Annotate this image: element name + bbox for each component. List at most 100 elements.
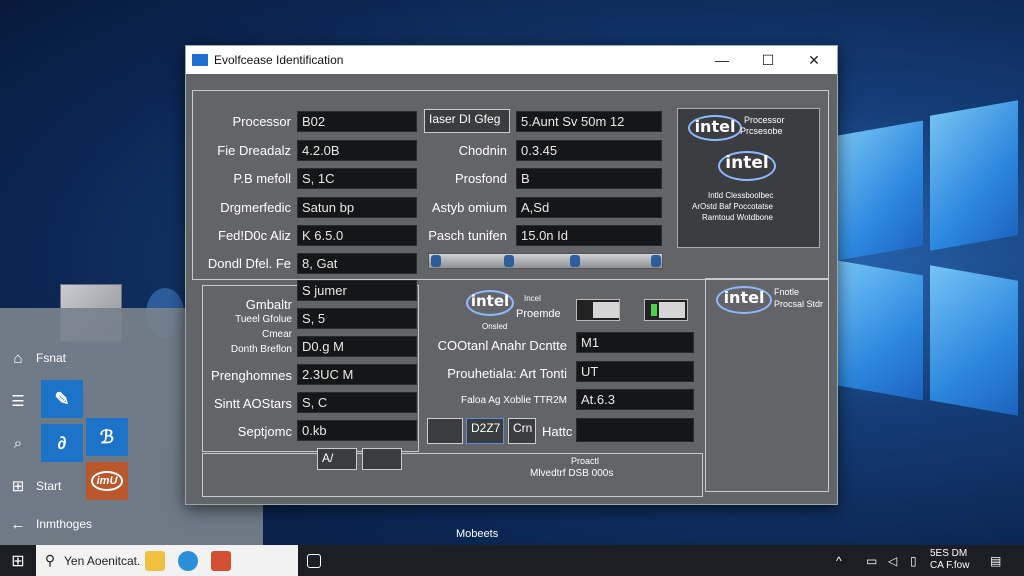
- frequency-slider[interactable]: [428, 253, 663, 269]
- intel-caption: Proemde: [516, 308, 561, 320]
- processor-identification-window: Evolfcease Identification — ☐ ✕ Processo…: [185, 45, 838, 505]
- field-label: Prenghomnes: [211, 368, 292, 383]
- field-label: Cmear: [261, 329, 292, 340]
- clock-time: 5ES DM: [930, 548, 968, 559]
- field-label: Dondl Dfel. Fe: [207, 256, 291, 271]
- store-icon[interactable]: [211, 551, 231, 571]
- back-arrow-icon: ←: [10, 515, 26, 533]
- start-item-label: Start: [36, 479, 62, 493]
- field-value: 15.0n Id: [516, 225, 662, 246]
- intel-fine-print: Ramtoud Wotdbone: [702, 213, 774, 222]
- toggle-switch[interactable]: [576, 299, 620, 321]
- field-value: 4.2.0B: [297, 140, 417, 161]
- field-label: Tueel Gfolue: [235, 314, 292, 325]
- bottom-caption: Proactl: [571, 456, 600, 466]
- file-explorer-icon[interactable]: [145, 551, 165, 571]
- field-label: Astyb omium: [431, 200, 507, 215]
- start-item-back[interactable]: ← Inmthoges: [0, 510, 130, 538]
- intel-fine-print: ArOstd Baf Poccotatse: [692, 202, 773, 211]
- a-button[interactable]: A/: [317, 448, 357, 470]
- windows-logo-wallpaper: [838, 100, 1018, 428]
- search-text: Yen Aoenitcat.: [64, 553, 141, 568]
- bottom-panel: [202, 453, 703, 497]
- field-value: 0.kb: [297, 420, 417, 441]
- volume-icon[interactable]: ◁: [888, 545, 897, 576]
- windows-start-button[interactable]: ⊞: [0, 545, 36, 576]
- field-value: B: [516, 168, 662, 189]
- intel-caption: Onsled: [482, 322, 508, 331]
- toggle-switch[interactable]: [644, 299, 688, 321]
- tray-chevron-icon[interactable]: ^: [836, 545, 842, 576]
- field-value: Satun bp: [297, 197, 417, 218]
- header-value: 5.Aunt Sv 50m 12: [516, 111, 662, 132]
- start-item-label: Inmthoges: [36, 517, 93, 531]
- field-label: Drgmerfedic: [220, 200, 291, 215]
- intel-caption: Prcsesobe: [740, 126, 783, 136]
- d2z7-button[interactable]: D2Z7: [466, 418, 504, 444]
- field-value: S, C: [297, 392, 417, 413]
- minimize-button[interactable]: —: [699, 46, 745, 74]
- intel-caption: Processor: [744, 115, 785, 125]
- field-value: M1: [576, 332, 694, 353]
- intel-logo-large: intel: [718, 151, 776, 181]
- field-value: [576, 418, 694, 442]
- tile-app-3[interactable]: ℬ: [86, 418, 128, 456]
- field-value: A,Sd: [516, 197, 662, 218]
- tile-intel-app[interactable]: imU: [86, 462, 128, 500]
- task-view-icon[interactable]: [307, 554, 321, 568]
- maximize-button[interactable]: ☐: [745, 46, 791, 74]
- notification-icon[interactable]: ▤: [990, 545, 1001, 576]
- desktop-icon-label[interactable]: Mobeets: [456, 528, 498, 540]
- field-label: Fed!D0c Aliz: [218, 228, 291, 243]
- crn-button[interactable]: Crn: [508, 418, 536, 444]
- intel-processor-badge: intel Processor Prcsesobe intel Intld Cl…: [677, 108, 820, 248]
- close-button[interactable]: ✕: [791, 46, 837, 74]
- field-label: Fie Dreadalz: [217, 143, 291, 158]
- slider-thumb[interactable]: [651, 255, 661, 267]
- field-label: Septjomc: [237, 424, 292, 439]
- home-icon: ⌂: [13, 349, 23, 367]
- field-label: Prosfond: [454, 171, 507, 186]
- slider-thumb[interactable]: [504, 255, 514, 267]
- slider-thumb[interactable]: [431, 255, 441, 267]
- search-icon: ⚲: [44, 552, 56, 568]
- field-label: COOtanl Anahr Dcntte: [437, 338, 567, 353]
- header-button[interactable]: Iaser DI Gfeg: [424, 109, 510, 133]
- battery-icon[interactable]: ▯: [910, 545, 917, 576]
- field-label: Processor: [232, 114, 291, 129]
- intel-caption: Fnotle Procsal Stdr: [774, 287, 824, 309]
- field-label: P.B mefoll: [233, 171, 291, 186]
- processor-value: B02: [297, 111, 417, 132]
- app-icon: [192, 54, 208, 66]
- apps-icon: ⊞: [11, 478, 25, 495]
- taskbar-search-input[interactable]: ⚲ Yen Aoenitcat.: [36, 545, 298, 576]
- field-label: Sintt AOStars: [213, 396, 292, 411]
- title-bar[interactable]: Evolfcease Identification — ☐ ✕: [186, 46, 837, 74]
- field-label: Gmbaltr: [245, 297, 292, 312]
- taskbar: ⊞ ⚲ Yen Aoenitcat. ^ ▭ ◁ ▯ 5ES DM CA F.f…: [0, 545, 1024, 576]
- field-value: 2.3UC M: [297, 364, 417, 385]
- field-label: Faloa Ag Xoblie TTR2M: [461, 395, 567, 406]
- blank-button[interactable]: [362, 448, 402, 470]
- field-value: 8, Gat: [297, 253, 417, 274]
- start-item-label: Fsnat: [36, 351, 67, 365]
- clock-date: CA F.fow: [930, 560, 970, 571]
- start-item-home[interactable]: ⌂ Fsnat: [0, 344, 130, 372]
- intel-logo: intel: [716, 286, 772, 314]
- network-icon[interactable]: ▭: [866, 545, 877, 576]
- field-label: Prouhetiala: Art Tonti: [447, 366, 567, 381]
- field-label: Donth Breflon: [230, 344, 292, 355]
- window-title: Evolfcease Identification: [214, 53, 344, 67]
- small-button[interactable]: [427, 418, 463, 444]
- field-value: K 6.5.0: [297, 225, 417, 246]
- search-icon: ⌕: [13, 434, 23, 452]
- tile-app-1[interactable]: ✎: [41, 380, 83, 418]
- intel-caption: Incel: [524, 294, 541, 303]
- intel-fine-print: Intld Clessboolbec: [708, 191, 774, 200]
- edge-icon[interactable]: [178, 551, 198, 571]
- field-value: D0.g M: [297, 336, 417, 357]
- tile-label: imU: [90, 471, 124, 491]
- system-clock[interactable]: 5ES DM CA F.fow: [930, 548, 969, 572]
- slider-thumb[interactable]: [570, 255, 580, 267]
- tile-app-2[interactable]: ∂: [41, 424, 83, 462]
